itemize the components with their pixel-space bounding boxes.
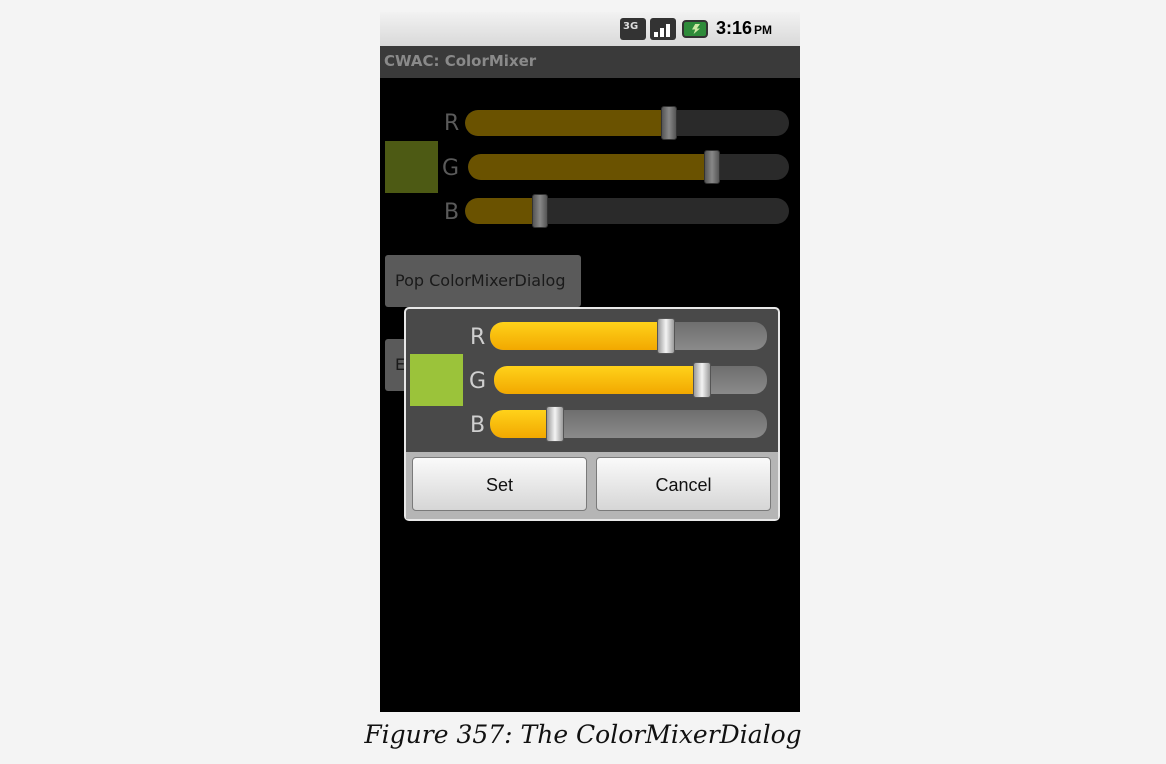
dialog-color-swatch	[410, 354, 463, 406]
dialog-slider-label-r: R	[470, 325, 486, 350]
app-title: CWAC: ColorMixer	[384, 52, 537, 70]
background-slider-g[interactable]	[468, 154, 789, 180]
battery-charging-icon	[682, 20, 708, 38]
status-time: 3:16 PM	[716, 18, 773, 38]
background-slider-b[interactable]	[465, 198, 789, 224]
app-title-bar: CWAC: ColorMixer	[380, 46, 800, 78]
pop-color-mixer-dialog-button[interactable]: Pop ColorMixerDialog	[385, 255, 581, 307]
dialog-slider-g[interactable]	[494, 366, 767, 394]
background-slider-label-r: R	[444, 111, 460, 136]
background-slider-thumb-r[interactable]	[661, 106, 678, 140]
dialog-slider-thumb-r[interactable]	[656, 318, 675, 354]
status-bar: 3:16PM	[380, 12, 800, 46]
background-color-swatch	[385, 141, 438, 193]
dialog-slider-r[interactable]	[490, 322, 767, 350]
background-slider-label-b: B	[444, 200, 460, 225]
background-slider-label-g: G	[442, 156, 460, 181]
background-slider-thumb-g[interactable]	[703, 150, 720, 184]
background-slider-thumb-b[interactable]	[531, 194, 548, 228]
background-slider-fill-b	[465, 198, 540, 224]
background-slider-r[interactable]	[465, 110, 789, 136]
background-slider-fill-r	[465, 110, 670, 136]
dialog-slider-label-b: B	[470, 413, 486, 438]
signal-strength-icon	[650, 18, 676, 40]
dialog-slider-fill-g	[494, 366, 702, 394]
dialog-slider-fill-r	[490, 322, 665, 350]
network-3g-icon	[620, 18, 646, 40]
dialog-slider-thumb-b[interactable]	[545, 406, 564, 442]
dialog-slider-fill-b	[490, 410, 554, 438]
set-button[interactable]: Set	[412, 457, 587, 511]
background-slider-fill-g	[468, 154, 712, 180]
cancel-button[interactable]: Cancel	[596, 457, 771, 511]
dialog-slider-thumb-g[interactable]	[693, 362, 712, 398]
dialog-slider-b[interactable]	[490, 410, 767, 438]
figure-caption: Figure 357: The ColorMixerDialog	[364, 720, 802, 749]
dialog-slider-label-g: G	[469, 369, 487, 394]
